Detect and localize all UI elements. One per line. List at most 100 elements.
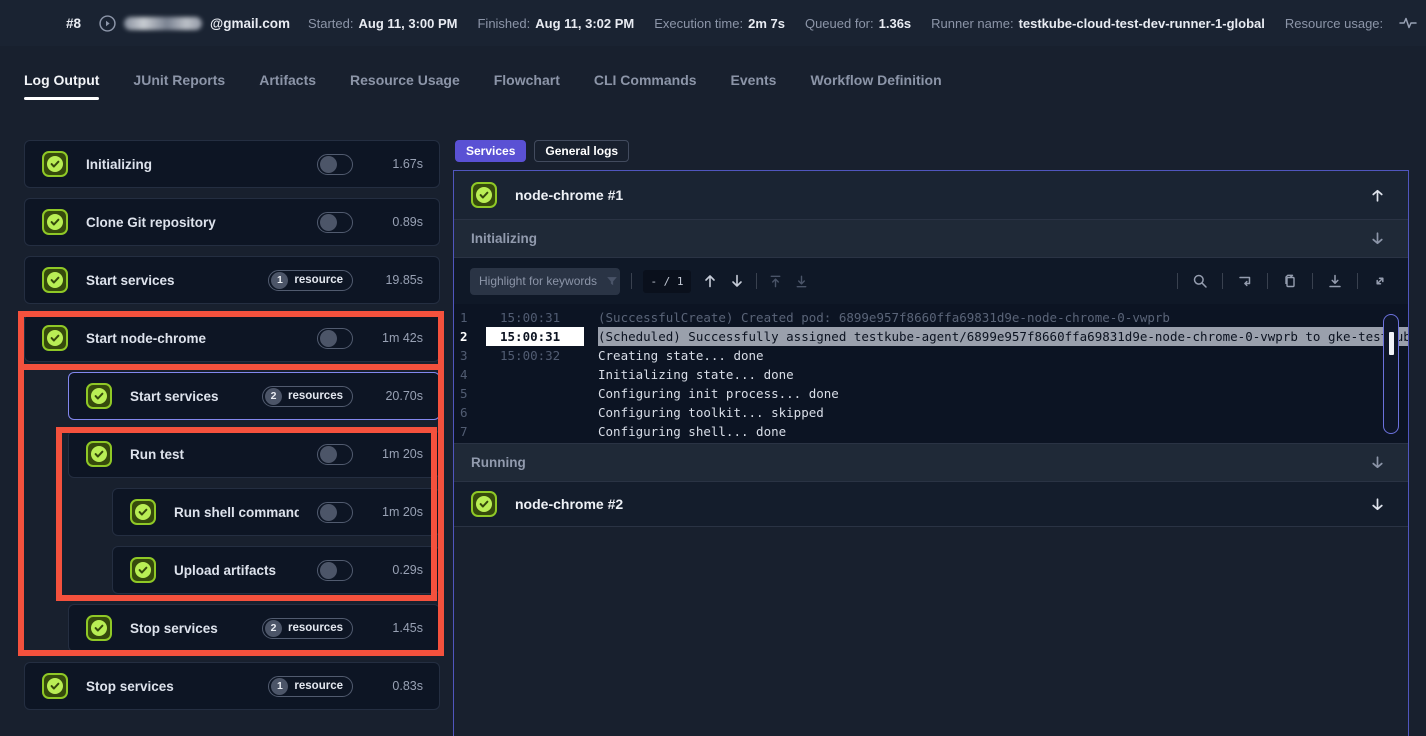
expand-arrow-down-icon[interactable]: [1369, 496, 1386, 513]
step-row-initializing[interactable]: Initializing 1.67s: [24, 140, 440, 188]
meta-value: Aug 11, 3:00 PM: [359, 16, 458, 31]
section-initializing[interactable]: Initializing: [454, 220, 1408, 258]
log-line-text: Creating state... done: [598, 346, 764, 365]
keyword-highlight-input[interactable]: Highlight for keywords: [470, 268, 620, 295]
step-duration: 0.89s: [371, 215, 423, 229]
log-line-number: 6: [454, 403, 486, 422]
log-line-number: 2: [454, 327, 486, 346]
jump-to-top-icon[interactable]: [768, 274, 783, 289]
log-line[interactable]: 5 Configuring init process... done: [454, 384, 1408, 403]
check-success-icon: [42, 209, 68, 235]
wrap-lines-icon[interactable]: [1237, 273, 1253, 289]
step-row-upload-artifacts[interactable]: Upload artifacts 0.29s: [112, 546, 440, 594]
badge-label: resources: [288, 390, 343, 402]
meta-fields: Started: Aug 11, 3:00 PM Finished: Aug 1…: [308, 16, 1388, 31]
meta-value: 1.36s: [879, 16, 912, 31]
log-line-text: Configuring shell... done: [598, 422, 786, 441]
step-row-start-services[interactable]: Start services 1 resource 19.85s: [24, 256, 440, 304]
step-row-start-services[interactable]: Start services 2 resources 20.70s: [68, 372, 440, 420]
jump-to-bottom-icon[interactable]: [794, 274, 809, 289]
step-duration: 1m 42s: [371, 331, 423, 345]
expand-arrow-down-icon[interactable]: [1369, 230, 1386, 247]
meta-label: Started:: [308, 16, 354, 31]
section-title: Running: [471, 455, 1369, 470]
badge-count: [320, 504, 337, 521]
redacted-email-user: [124, 17, 202, 30]
log-line-timestamp: [486, 403, 584, 422]
log-line[interactable]: 6 Configuring toolkit... skipped: [454, 403, 1408, 422]
meta-label: Resource usage:: [1285, 16, 1383, 31]
log-line[interactable]: 7 Configuring shell... done: [454, 422, 1408, 441]
nav-tab-artifacts[interactable]: Artifacts: [259, 72, 316, 104]
log-scrollbar-thumb[interactable]: [1389, 332, 1394, 355]
log-view-tab-general-logs[interactable]: General logs: [534, 140, 629, 162]
log-line-timestamp: [486, 384, 584, 403]
log-line[interactable]: 4 Initializing state... done: [454, 365, 1408, 384]
prev-match-arrow-up-icon[interactable]: [702, 273, 718, 289]
log-line[interactable]: 3 15:00:32 Creating state... done: [454, 346, 1408, 365]
log-line-number: 1: [454, 308, 486, 327]
service-header-node-chrome-2[interactable]: node-chrome #2: [454, 482, 1408, 527]
log-output-area[interactable]: 1 15:00:31 (SuccessfulCreate) Created po…: [454, 304, 1408, 444]
resource-count-badge: [317, 444, 353, 465]
expand-icon[interactable]: [1372, 273, 1388, 289]
service-header-node-chrome-1[interactable]: node-chrome #1: [454, 171, 1408, 220]
meta-label: Runner name:: [931, 16, 1013, 31]
step-row-run-shell-command[interactable]: Run shell command 1m 20s: [112, 488, 440, 536]
section-running[interactable]: Running: [454, 444, 1408, 482]
check-success-icon: [130, 499, 156, 525]
download-icon[interactable]: [1327, 273, 1343, 289]
log-line-text: Initializing state... done: [598, 365, 794, 384]
step-row-start-node-chrome[interactable]: Start node-chrome 1m 42s: [24, 314, 440, 362]
log-line[interactable]: 1 15:00:31 (SuccessfulCreate) Created po…: [454, 308, 1408, 327]
funnel-icon[interactable]: [605, 274, 619, 288]
collapse-arrow-up-icon[interactable]: [1369, 187, 1386, 204]
log-toolbar: Highlight for keywords - / 1: [454, 258, 1408, 304]
step-row-stop-services[interactable]: Stop services 1 resource 0.83s: [24, 662, 440, 710]
service-title: node-chrome #1: [515, 187, 1351, 203]
nav-tab-workflow-definition[interactable]: Workflow Definition: [810, 72, 941, 104]
nav-tab-junit-reports[interactable]: JUnit Reports: [133, 72, 225, 104]
next-match-arrow-down-icon[interactable]: [729, 273, 745, 289]
badge-count: [320, 330, 337, 347]
resource-count-badge: [317, 560, 353, 581]
meta-label: Execution time:: [654, 16, 743, 31]
nav-tab-log-output[interactable]: Log Output: [24, 72, 99, 104]
triggered-by: @gmail.com: [99, 15, 290, 32]
log-scrollbar[interactable]: [1383, 314, 1399, 434]
execution-meta-field: Runner name: testkube-cloud-test-dev-run…: [931, 16, 1265, 31]
resource-count-badge: 2 resources: [262, 386, 353, 407]
step-row-run-test[interactable]: Run test 1m 20s: [68, 430, 440, 478]
expand-arrow-down-icon[interactable]: [1369, 454, 1386, 471]
service-title: node-chrome #2: [515, 496, 1351, 512]
step-duration: 20.70s: [371, 389, 423, 403]
step-row-stop-services[interactable]: Stop services 2 resources 1.45s: [68, 604, 440, 652]
step-duration: 1.45s: [371, 621, 423, 635]
waveform-icon[interactable]: [1398, 15, 1418, 31]
resource-count-badge: [317, 154, 353, 175]
log-line-timestamp: 15:00:31: [486, 327, 584, 346]
match-counter: - / 1: [643, 270, 691, 293]
step-duration: 1.67s: [371, 157, 423, 171]
nav-tab-flowchart[interactable]: Flowchart: [494, 72, 560, 104]
section-title: Initializing: [471, 231, 1369, 246]
badge-label: resource: [294, 274, 343, 286]
nav-tab-resource-usage[interactable]: Resource Usage: [350, 72, 460, 104]
check-success-icon: [86, 441, 112, 467]
workflow-steps-list: Initializing 1.67s Clone Git repository …: [24, 140, 440, 710]
log-line-timestamp: 15:00:31: [486, 308, 584, 327]
log-line-text: Configuring init process... done: [598, 384, 839, 403]
copy-icon[interactable]: [1282, 273, 1298, 289]
log-line-number: 4: [454, 365, 486, 384]
execution-meta-field: Execution time: 2m 7s: [654, 16, 785, 31]
badge-count: [320, 446, 337, 463]
log-view-tab-services[interactable]: Services: [455, 140, 526, 162]
check-success-icon: [42, 267, 68, 293]
nav-tab-cli-commands[interactable]: CLI Commands: [594, 72, 697, 104]
step-row-clone-git-repository[interactable]: Clone Git repository 0.89s: [24, 198, 440, 246]
log-line[interactable]: 2 15:00:31 (Scheduled) Successfully assi…: [454, 327, 1408, 346]
search-icon[interactable]: [1192, 273, 1208, 289]
nav-tab-events[interactable]: Events: [731, 72, 777, 104]
check-success-icon: [471, 491, 497, 517]
log-line-text: (SuccessfulCreate) Created pod: 6899e957…: [598, 308, 1170, 327]
